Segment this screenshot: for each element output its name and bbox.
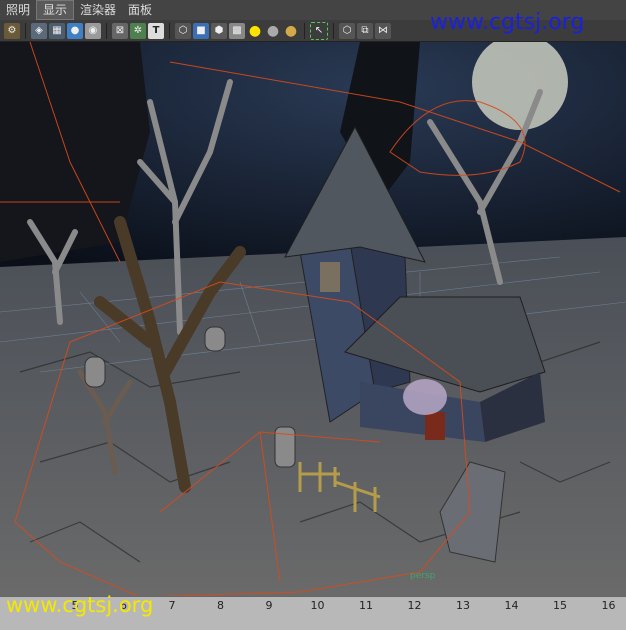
- 3d-viewport[interactable]: persp: [0, 42, 626, 596]
- light-gray-icon[interactable]: ●: [265, 23, 281, 39]
- viewport-camera-label: persp: [410, 571, 436, 581]
- xray-icon[interactable]: ⊠: [112, 22, 128, 39]
- timeline-tick-16: 16: [601, 599, 616, 612]
- bounding-box-icon[interactable]: ●: [67, 22, 83, 39]
- text-icon[interactable]: T: [148, 22, 164, 39]
- menu-show[interactable]: 显示: [36, 0, 75, 20]
- light-yellow-icon[interactable]: ●: [247, 23, 263, 39]
- menu-panels[interactable]: 面板: [122, 1, 158, 19]
- timeline-tick-9: 9: [265, 599, 273, 612]
- layout-icon[interactable]: ⧉: [357, 22, 373, 39]
- texture-swap-icon[interactable]: ✲: [130, 22, 146, 39]
- menu-lighting[interactable]: 照明: [0, 1, 36, 19]
- separator: [106, 22, 107, 39]
- cube-wire-icon[interactable]: ⬢: [211, 22, 227, 39]
- select-icon[interactable]: ↖: [310, 21, 328, 40]
- timeline-tick-7: 7: [168, 599, 176, 612]
- separator: [333, 22, 334, 39]
- share-icon[interactable]: ⋈: [375, 22, 391, 39]
- textured-icon[interactable]: ◉: [85, 22, 101, 39]
- checker-icon[interactable]: ▩: [229, 22, 245, 39]
- timeline-tick-13: 13: [456, 599, 470, 612]
- menu-renderer[interactable]: 渲染器: [74, 1, 122, 19]
- wireframe-icon[interactable]: ◈: [31, 22, 47, 39]
- light-gold-icon[interactable]: ●: [283, 23, 299, 39]
- smooth-shade-icon[interactable]: ▦: [49, 22, 65, 39]
- timeline-tick-15: 15: [553, 599, 567, 612]
- timeline-tick-11: 11: [359, 599, 373, 612]
- timeline-tick-10: 10: [310, 599, 325, 612]
- watermark-top: www.cgtsj.org: [430, 10, 585, 35]
- cube-solid-icon[interactable]: ■: [193, 22, 209, 39]
- separator: [304, 22, 305, 39]
- camera-cube-icon[interactable]: ⬡: [339, 22, 355, 39]
- cube-icon[interactable]: ⬡: [175, 22, 191, 39]
- timeline-tick-14: 14: [504, 599, 519, 612]
- watermark-bottom: www.cgtsj.org: [6, 593, 154, 617]
- tool-prev-icon[interactable]: ⚙: [4, 22, 20, 39]
- timeline-tick-12: 12: [407, 599, 422, 612]
- timeline-tick-8: 8: [217, 599, 224, 612]
- scene-render: persp: [0, 42, 626, 596]
- separator: [25, 22, 26, 39]
- separator: [169, 22, 170, 39]
